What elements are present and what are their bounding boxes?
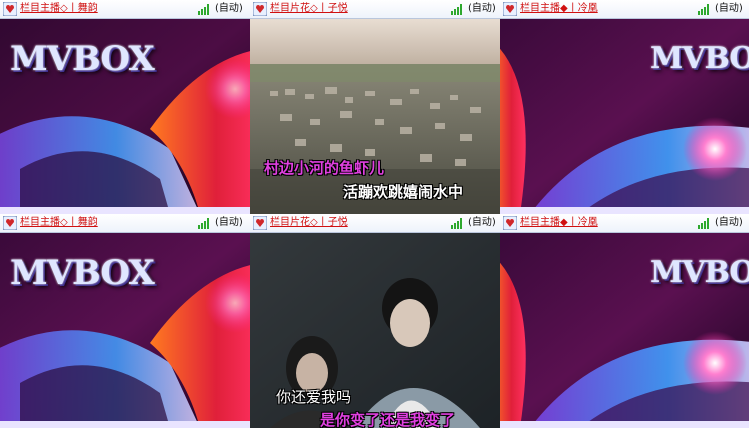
channel-title-link[interactable]: 栏目主播◆丨冷凰 [520,216,598,230]
mvbox-logo: MVBOX [10,253,155,293]
lyric-line-2: 是你变了还是我变了 [320,411,456,428]
auto-mode-label[interactable]: (自动) [715,2,743,16]
channel-cell[interactable]: 栏目主播◆丨冷凰 (自动) [500,214,749,232]
video-frame[interactable]: 村边小河的鱼虾儿 活蹦欢跳嬉闹水中 [250,19,500,214]
auto-mode-label[interactable]: (自动) [215,2,243,16]
channel-cell[interactable]: 栏目主播◇丨舞韵 (自动) [0,214,250,232]
auto-mode-label[interactable]: (自动) [468,2,496,16]
channel-cell[interactable]: 栏目片花◇丨子悦 (自动) [250,214,500,232]
heart-shield-icon [3,2,17,16]
heart-shield-icon [503,216,517,230]
auto-mode-label[interactable]: (自动) [715,216,743,230]
channel-cell[interactable]: 栏目片花◇丨子悦 (自动) [250,0,500,18]
auto-mode-label[interactable]: (自动) [215,216,243,230]
signal-bars-icon [451,4,462,15]
mvbox-background-right: MVBOX [500,19,749,214]
channel-title-link[interactable]: 栏目片花◇丨子悦 [270,216,348,230]
mvbox-logo: MVBOX [650,255,749,290]
signal-bars-icon [698,218,709,229]
lyric-line-1: 你还爱我吗 [276,388,352,406]
heart-shield-icon [503,2,517,16]
mvbox-background-left: MVBOX [0,19,250,214]
mvbox-logo: MVBOX [650,41,749,76]
signal-bars-icon [198,4,209,15]
channel-bar: 栏目主播◇丨舞韵 (自动) 栏目片花◇丨子悦 (自动) 栏目主播◆丨冷凰 (自动… [0,0,749,19]
mvbox-background-right: MVBOX [500,233,749,428]
heart-shield-icon [253,2,267,16]
channel-cell[interactable]: 栏目主播◇丨舞韵 (自动) [0,0,250,18]
player-row-2: 栏目主播◇丨舞韵 (自动) 栏目片花◇丨子悦 (自动) 栏目主播◆丨冷凰 (自动… [0,214,749,428]
channel-title-link[interactable]: 栏目片花◇丨子悦 [270,2,348,16]
signal-bars-icon [451,218,462,229]
mvbox-background-left: MVBOX [0,233,250,428]
mvbox-logo: MVBOX [10,39,155,79]
channel-cell[interactable]: 栏目主播◆丨冷凰 (自动) [500,0,749,18]
auto-mode-label[interactable]: (自动) [468,216,496,230]
signal-bars-icon [698,4,709,15]
channel-title-link[interactable]: 栏目主播◇丨舞韵 [20,216,98,230]
channel-bar: 栏目主播◇丨舞韵 (自动) 栏目片花◇丨子悦 (自动) 栏目主播◆丨冷凰 (自动… [0,214,749,233]
heart-shield-icon [253,216,267,230]
player-row-1: 栏目主播◇丨舞韵 (自动) 栏目片花◇丨子悦 (自动) 栏目主播◆丨冷凰 (自动… [0,0,749,214]
video-frame[interactable]: 你还爱我吗 是你变了还是我变了 [250,233,500,428]
lyric-line-1: 村边小河的鱼虾儿 [264,159,385,177]
channel-title-link[interactable]: 栏目主播◇丨舞韵 [20,2,98,16]
heart-shield-icon [3,216,17,230]
channel-title-link[interactable]: 栏目主播◆丨冷凰 [520,2,598,16]
signal-bars-icon [198,218,209,229]
lyric-line-2: 活蹦欢跳嬉闹水中 [343,183,464,201]
